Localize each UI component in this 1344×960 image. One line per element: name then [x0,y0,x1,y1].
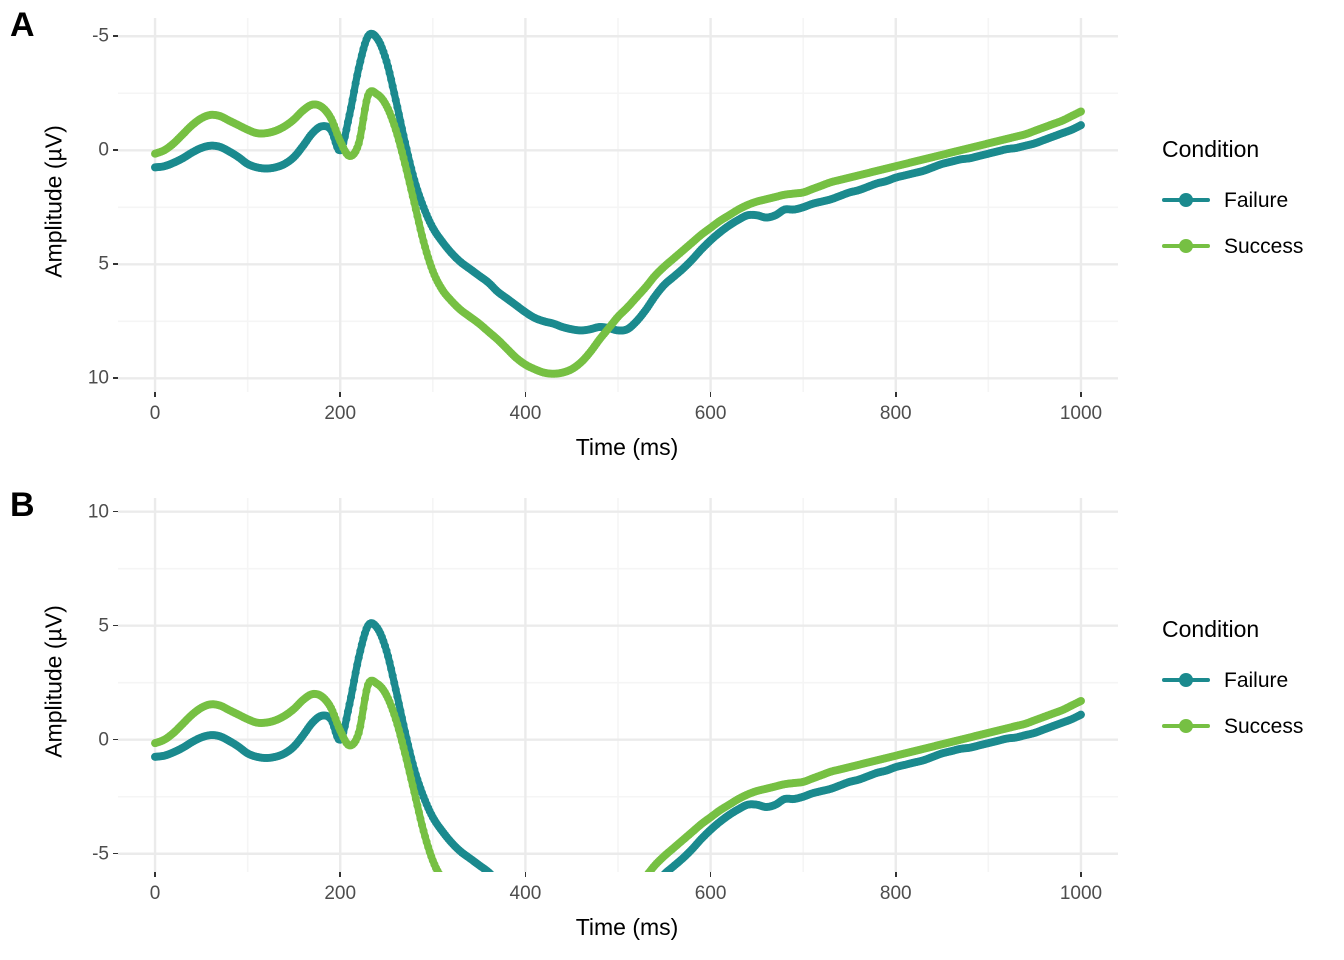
x-tick-mark [709,392,712,397]
x-tick-label: 200 [324,883,357,904]
legend-label-success: Success [1224,234,1304,258]
y-tick-label: 0 [98,729,109,751]
legend-key-success-icon [1162,232,1210,260]
y-tick-mark [113,510,118,513]
panel-b-legend: Condition Failure Success [1162,618,1303,749]
panel-a-legend: Condition Failure Success [1162,138,1303,269]
panel-b: B Amplitude (µV) Time (ms) -5 0 5 10 0 200 40… [0,480,1344,960]
y-tick-mark [113,263,118,265]
y-tick-mark [113,35,118,37]
y-tick-mark [113,624,118,627]
legend-item-success[interactable]: Success [1162,703,1303,749]
x-tick-label: 0 [149,883,161,904]
erp-figure: A Amplitude (µV) Time (ms) -5 0 5 10 0 200 40… [0,0,1344,960]
legend-title: Condition [1162,136,1260,162]
panel-b-plot-area [118,498,1118,872]
x-tick-mark [524,872,527,877]
y-tick-label: 0 [98,139,109,161]
x-tick-mark [339,872,342,877]
panel-a-y-axis-title: Amplitude (µV) [40,125,67,278]
y-tick-mark [113,149,118,151]
panel-a-x-axis-title: Time (ms) [575,434,679,460]
panel-a-letter: A [10,6,35,44]
x-tick-label: 1000 [1059,883,1103,904]
panel-b-x-axis-title: Time (ms) [575,914,679,940]
legend-label-success: Success [1224,714,1304,738]
x-tick-mark [894,392,897,397]
panel-b-letter: B [10,486,35,524]
legend-item-success[interactable]: Success [1162,223,1303,269]
legend-key-success-icon [1162,712,1210,740]
x-tick-label: 600 [694,883,727,904]
y-tick-label: 5 [98,615,109,637]
legend-key-failure-icon [1162,666,1210,694]
x-tick-mark [1080,392,1082,397]
x-tick-mark [154,872,156,877]
x-tick-mark [709,872,712,877]
legend-label-failure: Failure [1224,668,1289,692]
panel-b-chart-canvas [118,498,1118,872]
x-tick-mark [339,392,342,397]
y-tick-label: 10 [87,367,109,389]
y-tick-label: -5 [92,843,109,865]
legend-item-failure[interactable]: Failure [1162,657,1303,703]
panel-a-chart-canvas [118,18,1118,392]
x-tick-label: 200 [324,403,357,424]
panel-a-plot-area [118,18,1118,392]
x-tick-label: 800 [879,883,912,904]
x-tick-mark [524,392,527,397]
legend-label-failure: Failure [1224,188,1289,212]
x-tick-label: 600 [694,403,727,424]
y-tick-label: -5 [92,25,109,47]
legend-item-failure[interactable]: Failure [1162,177,1303,223]
legend-title: Condition [1162,616,1260,642]
x-tick-mark [154,392,156,397]
y-tick-mark [113,852,118,855]
x-tick-label: 800 [879,403,912,424]
panel-a: A Amplitude (µV) Time (ms) -5 0 5 10 0 200 40… [0,0,1344,480]
x-tick-mark [1080,872,1082,877]
y-tick-label: 10 [87,501,109,523]
x-tick-label: 0 [149,403,161,424]
y-tick-mark [113,738,118,741]
y-tick-mark [113,377,118,379]
x-tick-mark [894,872,897,877]
panel-b-y-axis-title: Amplitude (µV) [40,605,67,758]
x-tick-label: 1000 [1059,403,1103,424]
x-tick-label: 400 [509,883,542,904]
y-tick-label: 5 [98,253,109,275]
x-tick-label: 400 [509,403,542,424]
legend-key-failure-icon [1162,186,1210,214]
